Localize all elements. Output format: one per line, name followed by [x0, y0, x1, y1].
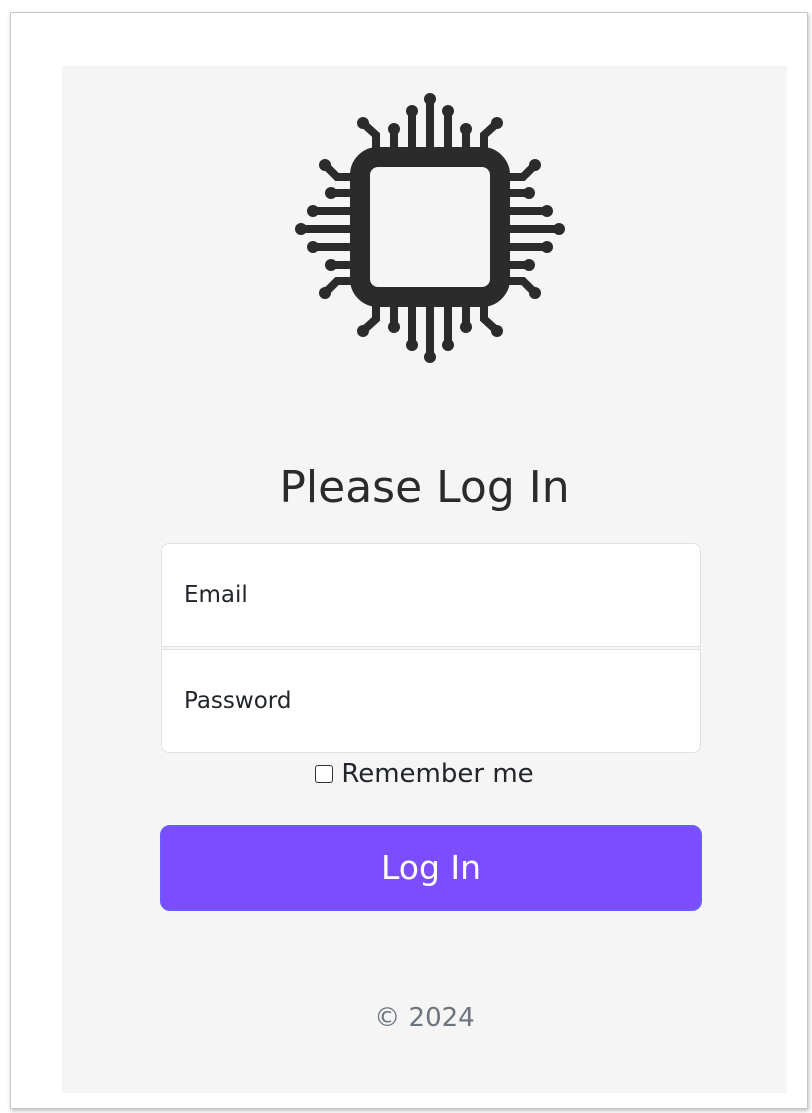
- cpu-chip-icon: [295, 93, 565, 363]
- browser-window-frame: Please Log In Remember me Log In © 2024: [10, 12, 808, 1109]
- remember-me-label[interactable]: Remember me: [341, 759, 533, 789]
- login-button[interactable]: Log In: [160, 825, 702, 911]
- login-panel: Please Log In Remember me Log In © 2024: [62, 66, 787, 1093]
- remember-me-row: Remember me: [62, 756, 787, 792]
- email-field-container: [161, 543, 701, 647]
- password-field-container: [161, 649, 701, 753]
- page-title: Please Log In: [279, 462, 570, 513]
- password-input[interactable]: [162, 650, 700, 752]
- copyright-footer: © 2024: [374, 1003, 475, 1033]
- email-input[interactable]: [162, 544, 700, 646]
- remember-me-checkbox[interactable]: [315, 765, 334, 783]
